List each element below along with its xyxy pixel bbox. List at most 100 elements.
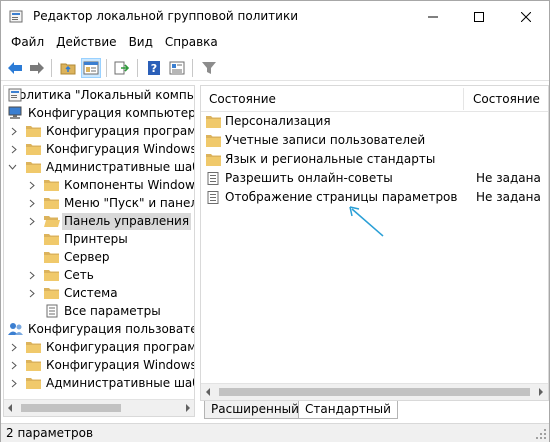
tree-item-computer-config[interactable]: Конфигурация компьютера — [4, 104, 195, 122]
folder-icon — [26, 342, 41, 353]
properties-icon — [169, 61, 185, 75]
scroll-right-icon[interactable] — [538, 388, 544, 396]
gpedit-window: Редактор локальной групповой политики Фа… — [0, 0, 550, 442]
tab-extended[interactable]: Расширенный — [204, 401, 306, 419]
tree-item-server[interactable]: Сервер — [4, 248, 194, 266]
folder-icon — [206, 154, 221, 166]
menu-action[interactable]: Действие — [50, 32, 122, 53]
forward-button[interactable] — [27, 58, 47, 78]
setting-icon — [207, 172, 219, 185]
view-tabs: Расширенный Стандартный — [200, 401, 549, 419]
tree-item-admin-templates[interactable]: Административные шаблоны — [4, 158, 194, 176]
tree-horizontal-scrollbar[interactable] — [4, 399, 194, 416]
folder-icon — [44, 198, 59, 209]
toolbar-separator — [192, 59, 193, 77]
show-hide-tree-button[interactable] — [81, 58, 101, 78]
list-item[interactable]: Язык и региональные стандарты — [201, 150, 548, 169]
setting-icon — [207, 191, 219, 204]
tree-item-local-policy[interactable]: Политика "Локальный компьютер" — [4, 86, 194, 104]
list-item-name: Язык и региональные стандарты — [225, 152, 436, 166]
export-list-button[interactable] — [112, 58, 132, 78]
up-level-button[interactable] — [58, 58, 78, 78]
back-button[interactable] — [5, 58, 25, 78]
column-header-name[interactable]: Состояние — [209, 92, 276, 106]
tree-item-printers[interactable]: Принтеры — [4, 230, 194, 248]
chevron-down-icon[interactable] — [7, 162, 17, 172]
column-header-state[interactable]: Состояние — [473, 92, 540, 106]
list-item-name: Разрешить онлайн-советы — [225, 171, 393, 185]
svg-text:?: ? — [151, 62, 157, 75]
policy-icon — [8, 88, 22, 102]
export-icon — [114, 61, 130, 75]
maximize-button[interactable] — [456, 1, 502, 32]
help-icon: ? — [148, 61, 160, 75]
list-item-name: Отображение страницы параметров — [225, 190, 458, 204]
scroll-left-icon[interactable] — [7, 404, 13, 412]
folder-icon — [206, 135, 221, 147]
menu-file[interactable]: Файл — [5, 32, 50, 53]
tab-standard[interactable]: Стандартный — [298, 401, 398, 419]
folder-icon — [206, 116, 221, 128]
scroll-right-icon[interactable] — [185, 404, 191, 412]
chevron-right-icon[interactable] — [9, 126, 19, 136]
tree-item-label: Административные шаблоны — [46, 375, 194, 390]
tree-item-all-settings[interactable]: Все параметры — [4, 302, 194, 320]
tree-item-label: Компоненты Windows — [64, 177, 195, 192]
close-button[interactable] — [503, 1, 549, 32]
chevron-right-icon[interactable] — [27, 180, 37, 190]
minimize-button[interactable] — [410, 1, 456, 32]
menu-help[interactable]: Справка — [159, 32, 224, 53]
chevron-right-icon[interactable] — [9, 378, 19, 388]
tree-item-user-software-settings[interactable]: Конфигурация программ — [4, 338, 195, 356]
folder-icon — [26, 378, 41, 389]
tree-item-windows-components[interactable]: Компоненты Windows — [4, 176, 195, 194]
folder-icon — [44, 252, 59, 263]
maximize-icon — [474, 11, 484, 22]
tree-item-system[interactable]: Система — [4, 284, 194, 302]
tree-item-label: Меню "Пуск" и панель задач — [64, 195, 194, 210]
properties-button[interactable] — [167, 58, 187, 78]
tree-item-label: Конфигурация компьютера — [28, 105, 195, 120]
folder-icon — [26, 126, 41, 137]
forward-arrow-icon — [30, 62, 44, 74]
list-item[interactable]: Разрешить онлайн-советы Не задана — [201, 169, 548, 188]
tree-item-start-menu[interactable]: Меню "Пуск" и панель задач — [4, 194, 194, 212]
tree-item-label: Конфигурация программ — [46, 339, 195, 354]
tree-item-windows-settings[interactable]: Конфигурация Windows — [4, 140, 194, 158]
chevron-right-icon[interactable] — [9, 144, 19, 154]
chevron-right-icon[interactable] — [9, 360, 19, 370]
scroll-thumb[interactable] — [21, 404, 121, 412]
chevron-right-icon[interactable] — [27, 198, 37, 208]
gpedit-app-icon — [9, 10, 23, 23]
chevron-right-icon[interactable] — [9, 342, 19, 352]
tree-item-label: Политика "Локальный компьютер" — [10, 87, 194, 102]
folder-open-icon — [44, 216, 60, 227]
tree-item-software-settings[interactable]: Конфигурация программ — [4, 122, 194, 140]
tree-item-user-config[interactable]: Конфигурация пользователя — [4, 320, 194, 338]
tree-item-user-windows-settings[interactable]: Конфигурация Windows — [4, 356, 195, 374]
annotation-arrow-icon — [349, 206, 384, 237]
column-divider[interactable] — [463, 88, 464, 110]
resize-grip-icon[interactable] — [536, 429, 546, 439]
tree-item-control-panel[interactable]: Панель управления — [4, 212, 194, 230]
details-horizontal-scrollbar[interactable] — [201, 383, 548, 400]
tree-item-network[interactable]: Сеть — [4, 266, 194, 284]
chevron-right-icon[interactable] — [27, 216, 37, 226]
folder-icon — [44, 180, 59, 191]
help-button[interactable]: ? — [144, 58, 164, 78]
filter-icon — [202, 62, 216, 74]
scroll-left-icon[interactable] — [205, 388, 211, 396]
tree-item-user-admin-templates[interactable]: Административные шаблоны — [4, 374, 194, 392]
menu-view[interactable]: Вид — [123, 32, 159, 53]
filter-button[interactable] — [199, 58, 219, 78]
menu-bar: Файл Действие Вид Справка — [1, 32, 549, 53]
chevron-right-icon[interactable] — [27, 288, 37, 298]
chevron-right-icon[interactable] — [27, 270, 37, 280]
console-tree-icon — [83, 61, 99, 75]
list-item[interactable]: Учетные записи пользователей — [201, 131, 548, 150]
list-item[interactable]: Персонализация — [201, 112, 548, 131]
tree-item-label: Административные шаблоны — [46, 159, 194, 174]
scroll-thumb[interactable] — [219, 388, 530, 396]
folder-icon — [26, 360, 41, 371]
tree-item-label: Конфигурация Windows — [46, 357, 195, 372]
